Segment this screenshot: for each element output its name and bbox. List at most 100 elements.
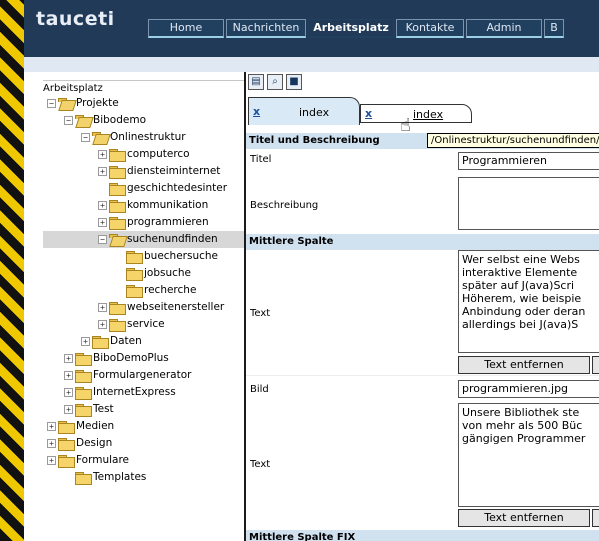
nav-item-home[interactable]: Home: [148, 19, 224, 38]
expand-icon[interactable]: +: [98, 320, 107, 329]
tree-item-jobsuche[interactable]: jobsuche: [115, 265, 191, 282]
save-icon[interactable]: ■: [286, 74, 302, 90]
collapse-icon[interactable]: −: [47, 99, 56, 108]
tree-item-webseitenersteller[interactable]: + webseitenersteller: [98, 299, 224, 316]
folder-open-icon: [75, 115, 90, 126]
nav-item-arbeitsplatz[interactable]: Arbeitsplatz: [308, 19, 394, 38]
tree-item-bibodemoplus[interactable]: + BiboDemoPlus: [64, 350, 169, 367]
tree-item-label: kommunikation: [127, 199, 209, 211]
expand-icon[interactable]: +: [81, 337, 90, 346]
expand-icon[interactable]: +: [98, 150, 107, 159]
folder-icon: [126, 285, 143, 298]
close-tab-icon[interactable]: x: [365, 108, 377, 120]
expand-icon[interactable]: +: [47, 456, 56, 465]
bild-input[interactable]: programmieren.jpg: [458, 380, 599, 398]
hand-cursor-icon: ☝: [400, 115, 411, 136]
collapse-icon[interactable]: −: [81, 133, 90, 142]
folder-icon: [75, 387, 92, 400]
beschreibung-label: Beschreibung: [250, 200, 319, 211]
tree-item-projekte[interactable]: − Projekte: [47, 95, 119, 112]
tree-item-label: Projekte: [76, 97, 119, 109]
tree-item-medien[interactable]: + Medien: [47, 418, 114, 435]
tree-item-templates[interactable]: Templates: [64, 469, 146, 486]
text2-textarea[interactable]: Unsere Bibliothek ste von mehr als 500 B…: [458, 403, 599, 507]
tree-item-label: diensteiminternet: [127, 165, 221, 177]
nav-item-admin[interactable]: Admin: [466, 19, 542, 38]
remove-text1-button[interactable]: Text entfernen: [458, 356, 590, 374]
folder-icon: [126, 251, 143, 264]
properties-icon[interactable]: ▤: [248, 74, 264, 90]
folder-icon: [109, 217, 126, 230]
tab-index-1[interactable]: x index: [248, 97, 360, 125]
folder-icon: [75, 472, 92, 485]
titel-input[interactable]: Programmieren: [458, 152, 599, 170]
section-middle-column-fix: Mittlere Spalte FIX: [246, 530, 599, 541]
tree-item-formulargenerator[interactable]: + Formulargenerator: [64, 367, 191, 384]
tree-item-label: programmieren: [127, 216, 209, 228]
folder-open-icon: [58, 98, 73, 109]
tree-item-label: webseitenersteller: [127, 301, 225, 313]
editor-panel: ▤ ⌕ ■ x index x index Titel und Beschreibung …: [244, 72, 599, 541]
tree-item-test[interactable]: + Test: [64, 401, 114, 418]
tree-item-design[interactable]: + Design: [47, 435, 112, 452]
preview-icon[interactable]: ⌕: [267, 74, 283, 90]
tree-item-onlinestruktur[interactable]: − Onlinestruktur: [81, 129, 186, 146]
expand-icon[interactable]: +: [98, 167, 107, 176]
nav-item-kontakte[interactable]: Kontakte: [396, 19, 464, 38]
main-nav: Home Nachrichten Arbeitsplatz Kontakte Admin…: [148, 19, 566, 39]
expand-icon[interactable]: +: [64, 354, 73, 363]
tree-item-buechersuche[interactable]: buechersuche: [115, 248, 218, 265]
folder-icon: [126, 268, 143, 281]
folder-icon: [58, 438, 75, 451]
more-text1-button[interactable]: [592, 356, 599, 374]
tree-item-computerco[interactable]: + computerco: [98, 146, 190, 163]
tree-item-label: Daten: [110, 335, 142, 347]
tree-item-formulare[interactable]: + Formulare: [47, 452, 129, 469]
expand-icon[interactable]: +: [47, 422, 56, 431]
expand-icon[interactable]: +: [98, 201, 107, 210]
tree-item-kommunikation[interactable]: + kommunikation: [98, 197, 208, 214]
expand-icon[interactable]: +: [64, 371, 73, 380]
tree-item-label: BiboDemoPlus: [93, 352, 169, 364]
folder-icon: [75, 353, 92, 366]
tree-item-internetexpress[interactable]: + InternetExpress: [64, 384, 176, 401]
text1-textarea[interactable]: Wer selbst eine Webs interaktive Element…: [458, 250, 599, 353]
nav-item-nachrichten[interactable]: Nachrichten: [226, 19, 306, 38]
tree-item-label: Bibodemo: [93, 114, 146, 126]
bild-label: Bild: [250, 384, 269, 395]
collapse-icon[interactable]: −: [98, 235, 107, 244]
tree-item-recherche[interactable]: recherche: [115, 282, 196, 299]
tree-item-geschichtedesinter[interactable]: geschichtedesinter: [98, 180, 227, 197]
tree-item-label: Medien: [76, 420, 115, 432]
tree-item-daten[interactable]: + Daten: [81, 333, 142, 350]
nav-item-b[interactable]: B: [544, 19, 564, 38]
more-text2-button[interactable]: [592, 509, 599, 527]
tree-item-diensteiminternet[interactable]: + diensteiminternet: [98, 163, 220, 180]
tree-item-suchenundfinden[interactable]: − suchenundfinden: [43, 231, 244, 248]
tab-index-2[interactable]: x index: [360, 104, 472, 123]
tree-item-bibodemo[interactable]: − Bibodemo: [64, 112, 146, 129]
expand-icon[interactable]: +: [64, 405, 73, 414]
text1-label: Text: [250, 308, 271, 319]
tree-title: Arbeitsplatz: [43, 83, 103, 94]
text2-label: Text: [250, 459, 271, 470]
expand-icon[interactable]: +: [64, 388, 73, 397]
beschreibung-textarea[interactable]: [458, 177, 599, 230]
expand-icon[interactable]: +: [98, 218, 107, 227]
folder-icon: [109, 302, 126, 315]
folder-icon: [92, 336, 109, 349]
tree-item-label: geschichtedesinter: [127, 182, 228, 194]
tab-label: index: [299, 106, 330, 119]
tree-item-label: Design: [76, 437, 113, 449]
folder-icon: [109, 149, 126, 162]
expand-icon[interactable]: +: [98, 303, 107, 312]
close-tab-icon[interactable]: x: [253, 106, 265, 118]
folder-icon: [109, 166, 126, 179]
expand-icon[interactable]: +: [47, 439, 56, 448]
tree-item-programmieren[interactable]: + programmieren: [98, 214, 209, 231]
section-middle-column: Mittlere Spalte: [246, 234, 599, 250]
collapse-icon[interactable]: −: [64, 116, 73, 125]
tree-item-service[interactable]: + service: [98, 316, 165, 333]
remove-text2-button[interactable]: Text entfernen: [458, 509, 590, 527]
tree-item-label: computerco: [127, 148, 190, 160]
